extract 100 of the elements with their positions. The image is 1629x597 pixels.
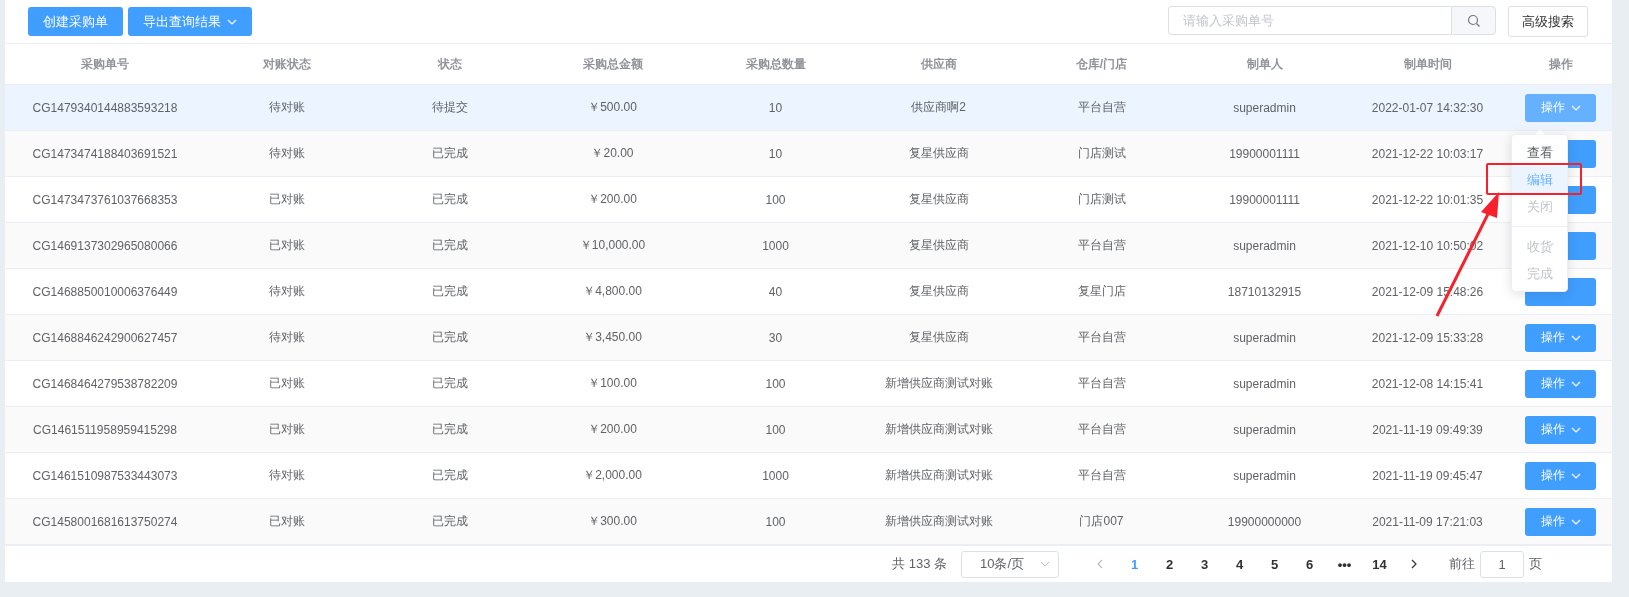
table-cell: CG1461511958959415298 bbox=[33, 422, 177, 437]
page-unit: 页 bbox=[1529, 555, 1542, 573]
total-count: 共 133 条 bbox=[892, 555, 947, 573]
column-header: 采购总数量 bbox=[745, 55, 806, 73]
table-cell: 2021-12-22 10:01:35 bbox=[1371, 192, 1484, 207]
table-cell: superadmin bbox=[1233, 376, 1296, 391]
table-cell: 2021-11-09 17:21:03 bbox=[1372, 514, 1483, 529]
table-cell: 复星供应商 bbox=[908, 329, 969, 346]
table-cell: CG1468850010006376449 bbox=[32, 284, 178, 299]
table-cell: 2021-11-19 09:45:47 bbox=[1372, 468, 1483, 483]
table-cell: 平台自营 bbox=[1077, 329, 1126, 346]
table-cell: 已对账 bbox=[268, 513, 305, 530]
table-cell: 已完成 bbox=[431, 375, 468, 392]
table-cell: ￥200.00 bbox=[588, 191, 637, 208]
table-cell: 已完成 bbox=[431, 283, 468, 300]
table-cell: 平台自营 bbox=[1077, 421, 1126, 438]
table-cell: superadmin bbox=[1233, 468, 1296, 483]
table-cell: 已完成 bbox=[431, 513, 468, 530]
table-cell: CG1458001681613750274 bbox=[32, 514, 178, 529]
table-cell: 新增供应商测试对账 bbox=[884, 375, 993, 392]
column-header: 供应商 bbox=[920, 55, 957, 73]
table-cell: 待对账 bbox=[268, 467, 305, 484]
table-cell: 已对账 bbox=[268, 375, 305, 392]
table-cell: ￥300.00 bbox=[588, 513, 637, 530]
table-cell: CG1473473761037668353 bbox=[32, 192, 178, 207]
column-header: 制单人 bbox=[1246, 55, 1283, 73]
table-cell: 30 bbox=[768, 330, 783, 345]
table-cell: 供应商啊2 bbox=[911, 99, 966, 116]
table-cell: CG1469137302965080066 bbox=[32, 238, 178, 253]
table-cell: 复星门店 bbox=[1077, 283, 1126, 300]
table-cell: 待提交 bbox=[431, 99, 468, 116]
table-cell: 门店007 bbox=[1079, 513, 1124, 530]
table-cell: 复星供应商 bbox=[908, 191, 969, 208]
column-header: 状态 bbox=[437, 55, 462, 73]
table-cell: 平台自营 bbox=[1077, 467, 1126, 484]
table-cell: CG1473474188403691521 bbox=[32, 146, 178, 161]
table-cell: ￥200.00 bbox=[588, 421, 637, 438]
table-cell: 待对账 bbox=[268, 99, 305, 116]
table-cell: 已完成 bbox=[431, 191, 468, 208]
table-cell: 已完成 bbox=[431, 421, 468, 438]
table-cell: 复星供应商 bbox=[908, 145, 969, 162]
table-cell: 已对账 bbox=[268, 421, 305, 438]
table-cell: 100 bbox=[765, 376, 786, 391]
table-cell: 待对账 bbox=[268, 329, 305, 346]
table-cell: superadmin bbox=[1233, 100, 1296, 115]
table-cell: 新增供应商测试对账 bbox=[884, 421, 993, 438]
table-cell: CG1468846242900627457 bbox=[32, 330, 178, 345]
table-cell: 10 bbox=[768, 146, 783, 161]
table-cell: 复星供应商 bbox=[908, 237, 969, 254]
table-cell: 平台自营 bbox=[1077, 375, 1126, 392]
table-cell: ￥4,800.00 bbox=[583, 283, 642, 300]
table-cell: CG1479340144883593218 bbox=[32, 100, 178, 115]
table-cell: 18710132915 bbox=[1227, 284, 1302, 299]
table-cell: 门店测试 bbox=[1077, 191, 1126, 208]
column-header: 制单时间 bbox=[1403, 55, 1452, 73]
table-cell: 已完成 bbox=[431, 145, 468, 162]
goto-label: 前往 bbox=[1449, 555, 1475, 573]
table-cell: CG1468464279538782209 bbox=[32, 376, 178, 391]
table-cell: 2021-12-22 10:03:17 bbox=[1371, 146, 1484, 161]
table-cell: 10 bbox=[768, 100, 783, 115]
table-cell: 待对账 bbox=[268, 283, 305, 300]
table-cell: 100 bbox=[765, 422, 786, 437]
table-cell: ￥10,000.00 bbox=[579, 237, 646, 254]
table-cell: 100 bbox=[765, 514, 786, 529]
table-cell: 2021-11-19 09:49:39 bbox=[1372, 422, 1483, 437]
table-cell: 19900001111 bbox=[1229, 192, 1300, 207]
table-cell: ￥20.00 bbox=[591, 145, 634, 162]
table-cell: 已完成 bbox=[431, 467, 468, 484]
table-cell: 19900000000 bbox=[1227, 514, 1302, 529]
table-cell: 40 bbox=[768, 284, 783, 299]
table-cell: superadmin bbox=[1233, 422, 1296, 437]
table-cell: ￥3,450.00 bbox=[583, 329, 642, 346]
table-cell: 新增供应商测试对账 bbox=[884, 467, 993, 484]
table-cell: ￥100.00 bbox=[588, 375, 637, 392]
table-cell: 已完成 bbox=[431, 329, 468, 346]
table-cell: superadmin bbox=[1233, 330, 1296, 345]
table-cell: 已对账 bbox=[268, 191, 305, 208]
table-cell: 新增供应商测试对账 bbox=[884, 513, 993, 530]
table-cell: 已完成 bbox=[431, 237, 468, 254]
column-header: 采购单号 bbox=[81, 55, 129, 73]
column-header: 采购总金额 bbox=[582, 55, 643, 73]
column-header: 对账状态 bbox=[262, 55, 311, 73]
table-cell: 复星供应商 bbox=[908, 283, 969, 300]
table-cell: 门店测试 bbox=[1077, 145, 1126, 162]
table-cell: ￥2,000.00 bbox=[583, 467, 642, 484]
table-cell: 已对账 bbox=[268, 237, 305, 254]
table-cell: 1000 bbox=[762, 468, 789, 483]
table-cell: 平台自营 bbox=[1077, 237, 1126, 254]
table-cell: 2021-12-08 14:15:41 bbox=[1371, 376, 1484, 391]
table-cell: 1000 bbox=[762, 238, 789, 253]
table-cell: 2022-01-07 14:32:30 bbox=[1371, 100, 1484, 115]
column-header: 操作 bbox=[1548, 55, 1573, 73]
table-cell: 19900001111 bbox=[1229, 146, 1300, 161]
column-header: 仓库/门店 bbox=[1075, 55, 1128, 73]
table-cell: CG1461510987533443073 bbox=[32, 468, 178, 483]
table-cell: superadmin bbox=[1233, 238, 1296, 253]
table-cell: 待对账 bbox=[268, 145, 305, 162]
table-cell: ￥500.00 bbox=[588, 99, 637, 116]
table-cell: 平台自营 bbox=[1077, 99, 1126, 116]
table-cell: 2021-12-09 15:33:28 bbox=[1371, 330, 1484, 345]
